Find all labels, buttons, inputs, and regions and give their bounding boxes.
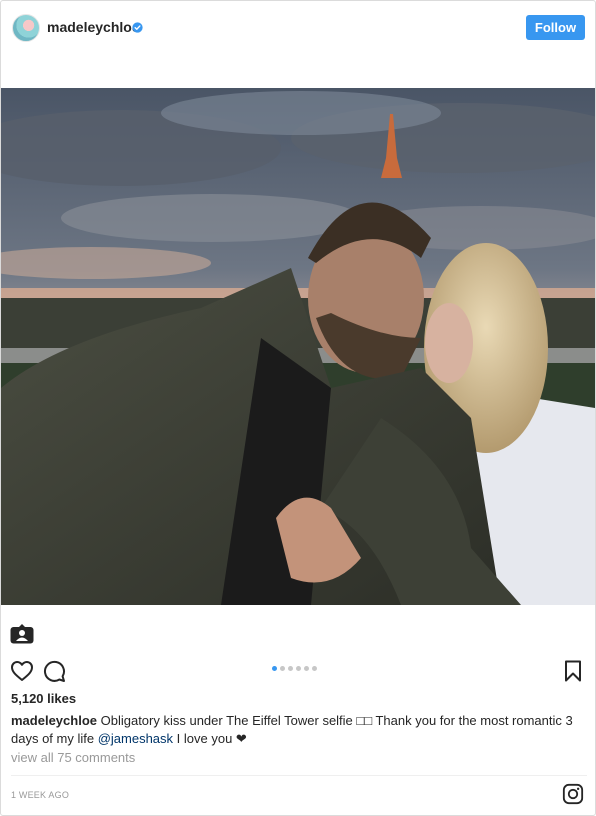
carousel-dot[interactable] (296, 666, 301, 671)
user-tag-icon[interactable] (10, 624, 34, 644)
carousel-indicator (272, 666, 317, 671)
action-bar (1, 657, 595, 687)
instagram-icon[interactable] (562, 783, 584, 805)
follow-button[interactable]: Follow (526, 15, 585, 40)
post-timestamp[interactable]: 1 WEEK AGO (11, 790, 69, 800)
view-all-comments-link[interactable]: view all 75 comments (11, 750, 135, 765)
footer-divider (11, 775, 587, 776)
caption: madeleychloe Obligatory kiss under The E… (11, 712, 589, 748)
caption-username[interactable]: madeleychloe (11, 713, 97, 728)
instagram-embed-card: madeleychloe Follow 5,120 likes madeleyc… (0, 0, 596, 816)
carousel-dot[interactable] (280, 666, 285, 671)
verified-badge-icon (132, 22, 143, 33)
carousel-dot[interactable] (288, 666, 293, 671)
comment-bubble-icon[interactable] (42, 659, 66, 683)
username[interactable]: madeleychloe (47, 19, 140, 35)
photo-image (1, 88, 595, 605)
bookmark-icon[interactable] (561, 659, 585, 683)
caption-text-end: I love you ❤ (173, 731, 247, 746)
carousel-dot[interactable] (312, 666, 317, 671)
carousel-dot[interactable] (272, 666, 277, 671)
caption-mention-link[interactable]: @jameshask (98, 731, 173, 746)
post-header: madeleychloe Follow (1, 1, 595, 55)
like-count[interactable]: 5,120 likes (11, 691, 76, 706)
avatar[interactable] (12, 14, 40, 42)
heart-icon[interactable] (10, 659, 34, 683)
carousel-dot[interactable] (304, 666, 309, 671)
post-photo[interactable] (1, 88, 595, 605)
